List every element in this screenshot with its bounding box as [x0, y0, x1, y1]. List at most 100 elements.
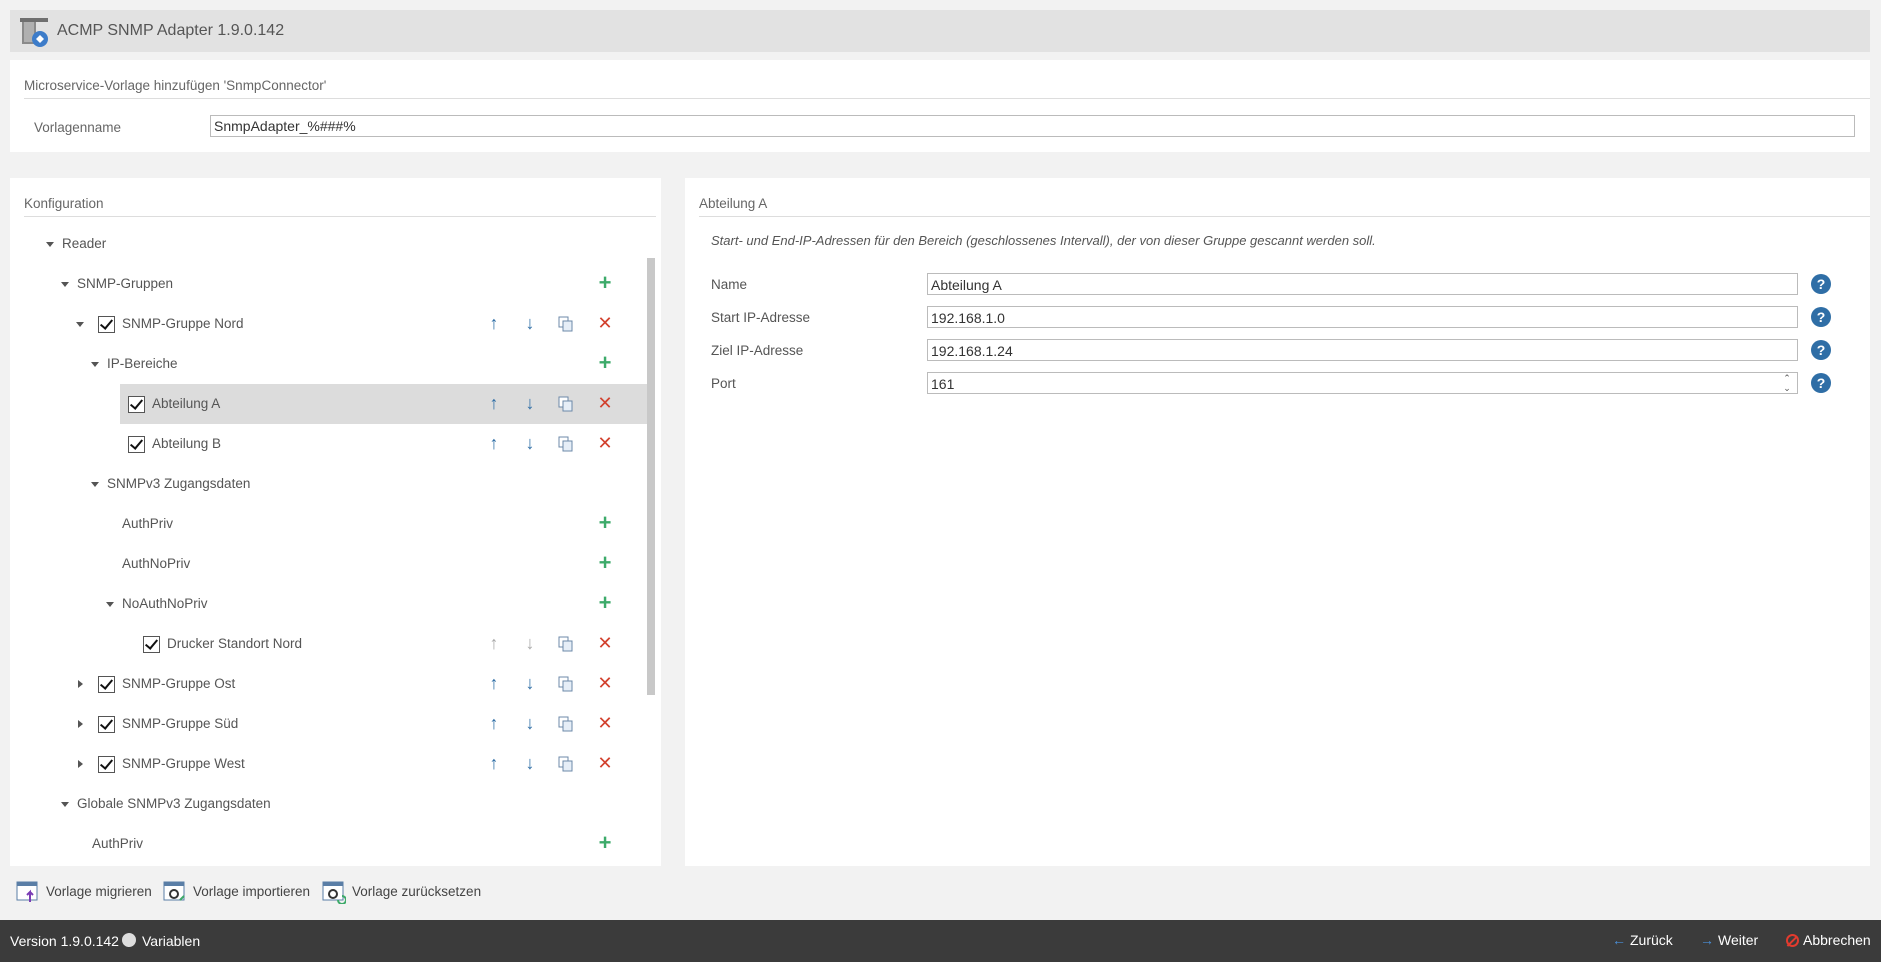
add-icon[interactable]: +: [595, 832, 615, 854]
tree-node-label: SNMP-Gruppe Süd: [122, 716, 239, 731]
expand-caret-icon[interactable]: [61, 802, 69, 807]
tree-node-label: Abteilung B: [152, 436, 222, 451]
tree-node-snmp-gruppe-ost[interactable]: SNMP-Gruppe Ost ↑ ↓ ✕: [10, 664, 650, 704]
help-icon[interactable]: ?: [1811, 340, 1831, 360]
copy-icon[interactable]: [558, 396, 574, 412]
help-icon[interactable]: ?: [1811, 373, 1831, 393]
checkbox[interactable]: [98, 756, 115, 773]
template-name-input[interactable]: SnmpAdapter_%###%: [210, 115, 1855, 137]
add-icon[interactable]: +: [595, 272, 615, 294]
tree-node-authnopriv[interactable]: AuthNoPriv +: [10, 544, 650, 584]
delete-icon[interactable]: ✕: [595, 313, 615, 333]
help-icon[interactable]: ?: [1811, 274, 1831, 294]
delete-icon[interactable]: ✕: [595, 753, 615, 773]
name-label: Name: [711, 277, 748, 292]
port-value: 161: [931, 376, 955, 392]
tree-node-authpriv[interactable]: AuthPriv +: [10, 504, 650, 544]
expand-caret-icon[interactable]: [106, 602, 114, 607]
tree-node-label: Drucker Standort Nord: [167, 636, 303, 651]
tree-scrollbar[interactable]: [647, 258, 655, 695]
checkbox[interactable]: [143, 636, 160, 653]
port-stepper[interactable]: 161 ⌃ ⌄: [927, 372, 1798, 394]
cancel-button[interactable]: Abbrechen: [1786, 932, 1871, 948]
add-icon[interactable]: +: [595, 592, 615, 614]
tree-node-label: IP-Bereiche: [107, 356, 178, 371]
copy-icon[interactable]: [558, 316, 574, 332]
add-icon[interactable]: +: [595, 512, 615, 534]
expand-caret-icon[interactable]: [76, 322, 84, 327]
move-up-icon[interactable]: ↑: [484, 393, 504, 413]
move-up-icon[interactable]: ↑: [484, 673, 504, 693]
move-down-icon[interactable]: ↓: [520, 433, 540, 453]
move-down-icon[interactable]: ↓: [520, 713, 540, 733]
checkbox[interactable]: [128, 396, 145, 413]
next-button[interactable]: → Weiter: [1700, 932, 1758, 948]
move-down-icon[interactable]: ↓: [520, 753, 540, 773]
copy-icon[interactable]: [558, 676, 574, 692]
template-panel: Microservice-Vorlage hinzufügen 'SnmpCon…: [10, 60, 1870, 152]
cancel-icon: [1786, 934, 1799, 947]
copy-icon[interactable]: [558, 716, 574, 732]
app-icon: [20, 18, 48, 47]
expand-caret-icon[interactable]: [78, 760, 83, 768]
start-ip-label: Start IP-Adresse: [711, 310, 811, 325]
expand-caret-icon[interactable]: [78, 680, 83, 688]
delete-icon[interactable]: ✕: [595, 393, 615, 413]
move-up-icon[interactable]: ↑: [484, 713, 504, 733]
delete-icon[interactable]: ✕: [595, 633, 615, 653]
variables-toggle[interactable]: [122, 933, 136, 947]
move-up-icon[interactable]: ↑: [484, 753, 504, 773]
expand-caret-icon[interactable]: [91, 482, 99, 487]
expand-caret-icon[interactable]: [78, 720, 83, 728]
end-ip-label: Ziel IP-Adresse: [711, 343, 804, 358]
migrate-label: Vorlage migrieren: [46, 884, 152, 899]
tree-node-globale-snmpv3-zugangsdaten[interactable]: Globale SNMPv3 Zugangsdaten: [10, 784, 650, 824]
delete-icon[interactable]: ✕: [595, 713, 615, 733]
cancel-label: Abbrechen: [1803, 932, 1871, 948]
move-down-icon[interactable]: ↓: [520, 633, 540, 653]
delete-icon[interactable]: ✕: [595, 433, 615, 453]
expand-caret-icon[interactable]: [91, 362, 99, 367]
end-ip-input[interactable]: 192.168.1.24: [927, 339, 1798, 361]
move-down-icon[interactable]: ↓: [520, 673, 540, 693]
tree-node-noauthnopriv[interactable]: NoAuthNoPriv +: [10, 584, 650, 624]
tree-node-global-authpriv[interactable]: AuthPriv +: [10, 824, 650, 864]
checkbox[interactable]: [98, 316, 115, 333]
divider: [24, 216, 656, 217]
checkbox[interactable]: [128, 436, 145, 453]
tree-node-snmp-gruppe-west[interactable]: SNMP-Gruppe West ↑ ↓ ✕: [10, 744, 650, 784]
reset-label: Vorlage zurücksetzen: [352, 884, 482, 899]
copy-icon[interactable]: [558, 436, 574, 452]
tree-node-drucker-standort-nord[interactable]: Drucker Standort Nord ↑ ↓ ✕: [10, 624, 650, 664]
copy-icon[interactable]: [558, 636, 574, 652]
expand-caret-icon[interactable]: [61, 282, 69, 287]
checkbox[interactable]: [98, 676, 115, 693]
add-icon[interactable]: +: [595, 552, 615, 574]
move-down-icon[interactable]: ↓: [520, 393, 540, 413]
tree-node-snmp-gruppe-sued[interactable]: SNMP-Gruppe Süd ↑ ↓ ✕: [10, 704, 650, 744]
migrate-icon: [16, 881, 38, 902]
checkbox[interactable]: [98, 716, 115, 733]
tree-node-snmp-gruppe-nord[interactable]: SNMP-Gruppe Nord ↑ ↓ ✕: [10, 304, 650, 344]
next-label: Weiter: [1718, 932, 1759, 948]
move-up-icon[interactable]: ↑: [484, 433, 504, 453]
footer-bar: Version 1.9.0.142 Variablen ← Zurück → Wei…: [0, 920, 1881, 962]
move-down-icon[interactable]: ↓: [520, 313, 540, 333]
move-up-icon[interactable]: ↑: [484, 313, 504, 333]
copy-icon[interactable]: [558, 756, 574, 772]
tree-node-abteilung-a[interactable]: Abteilung A ↑ ↓ ✕: [10, 384, 650, 424]
tree-node-reader[interactable]: Reader: [10, 224, 650, 264]
add-icon[interactable]: +: [595, 352, 615, 374]
tree-node-abteilung-b[interactable]: Abteilung B ↑ ↓ ✕: [10, 424, 650, 464]
move-up-icon[interactable]: ↑: [484, 633, 504, 653]
expand-caret-icon[interactable]: [46, 242, 54, 247]
name-input[interactable]: Abteilung A: [927, 273, 1798, 295]
tree-node-ip-bereiche[interactable]: IP-Bereiche +: [10, 344, 650, 384]
stepper-arrows-icon[interactable]: ⌃ ⌄: [1779, 373, 1795, 395]
start-ip-input[interactable]: 192.168.1.0: [927, 306, 1798, 328]
tree-node-snmp-gruppen[interactable]: SNMP-Gruppen +: [10, 264, 650, 304]
back-button[interactable]: ← Zurück: [1612, 932, 1673, 948]
help-icon[interactable]: ?: [1811, 307, 1831, 327]
delete-icon[interactable]: ✕: [595, 673, 615, 693]
tree-node-snmpv3-zugangsdaten[interactable]: SNMPv3 Zugangsdaten: [10, 464, 650, 504]
